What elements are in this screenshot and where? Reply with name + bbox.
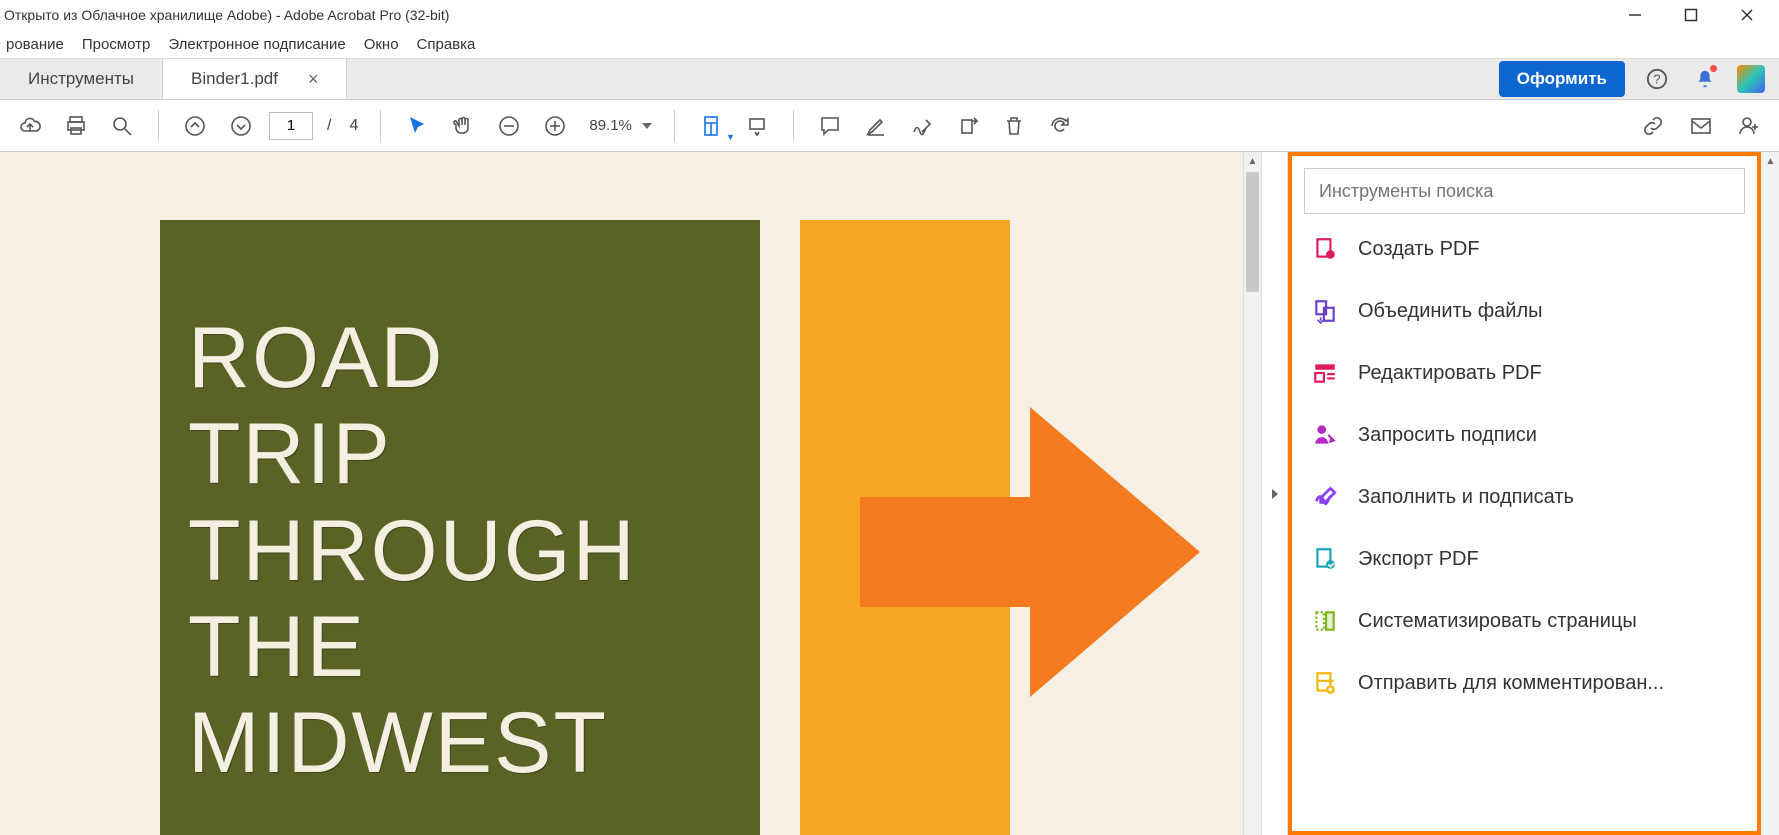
menu-item[interactable]: рование xyxy=(6,36,64,53)
delete-icon[interactable] xyxy=(996,108,1032,144)
tools-panel-highlight: + Создать PDF Объединить файлы Редактироват… xyxy=(1288,152,1761,835)
scroll-thumb[interactable] xyxy=(1246,172,1259,292)
tool-icon xyxy=(1310,420,1340,450)
email-icon[interactable] xyxy=(1683,108,1719,144)
window-title: Открыто из Облачное хранилище Adobe) - A… xyxy=(4,7,449,23)
zoom-in-icon[interactable] xyxy=(537,108,573,144)
menu-item[interactable]: Электронное подписание xyxy=(168,36,345,53)
close-button[interactable] xyxy=(1733,1,1761,29)
help-icon[interactable]: ? xyxy=(1641,63,1673,95)
tool-item[interactable]: Запросить подписи xyxy=(1304,404,1745,466)
highlight-icon[interactable] xyxy=(858,108,894,144)
tool-item[interactable]: Систематизировать страницы xyxy=(1304,590,1745,652)
tool-icon xyxy=(1310,668,1340,698)
subscribe-button[interactable]: Оформить xyxy=(1499,61,1625,97)
tool-label: Экспорт PDF xyxy=(1358,548,1479,571)
document-viewport[interactable]: ROAD TRIP THROUGH THE MIDWEST xyxy=(0,152,1243,835)
maximize-button[interactable] xyxy=(1677,1,1705,29)
tools-search[interactable] xyxy=(1304,168,1745,214)
page-down-icon[interactable] xyxy=(223,108,259,144)
tool-label: Создать PDF xyxy=(1358,238,1480,261)
tool-item[interactable]: + Создать PDF xyxy=(1304,218,1745,280)
panel-collapse-button[interactable] xyxy=(1261,152,1287,835)
window-titlebar: Открыто из Облачное хранилище Adobe) - A… xyxy=(0,0,1779,30)
tool-label: Объединить файлы xyxy=(1358,300,1543,323)
annotation-arrow xyxy=(860,407,1200,697)
tool-label: Отправить для комментирован... xyxy=(1358,672,1664,695)
tool-item[interactable]: Объединить файлы xyxy=(1304,280,1745,342)
tab-tools[interactable]: Инструменты xyxy=(0,59,163,99)
tools-search-input[interactable] xyxy=(1319,181,1730,202)
page-display-icon[interactable]: ▼ xyxy=(693,108,729,144)
menu-bar: рование Просмотр Электронное подписание … xyxy=(0,30,1779,58)
main-area: ROAD TRIP THROUGH THE MIDWEST ▲ + Создать… xyxy=(0,152,1779,835)
page-total: 4 xyxy=(345,117,362,135)
tool-icon xyxy=(1310,482,1340,512)
document-scrollbar[interactable]: ▲ xyxy=(1243,152,1261,835)
tool-label: Заполнить и подписать xyxy=(1358,486,1574,509)
page-separator: / xyxy=(323,117,335,135)
tools-panel: + Создать PDF Объединить файлы Редактироват… xyxy=(1287,152,1779,835)
scroll-up-icon[interactable]: ▲ xyxy=(1244,152,1261,170)
zoom-value: 89.1% xyxy=(583,117,638,134)
tool-item[interactable]: Заполнить и подписать xyxy=(1304,466,1745,528)
toolbar: / 4 89.1% ▼ xyxy=(0,100,1779,152)
redo-icon[interactable] xyxy=(1042,108,1078,144)
sign-icon[interactable] xyxy=(904,108,940,144)
window-controls xyxy=(1621,1,1779,29)
page-up-icon[interactable] xyxy=(177,108,213,144)
comment-icon[interactable] xyxy=(812,108,848,144)
tool-icon: + xyxy=(1310,234,1340,264)
tool-label: Запросить подписи xyxy=(1358,424,1537,447)
tab-document[interactable]: Binder1.pdf × xyxy=(163,59,347,99)
tool-item[interactable]: Редактировать PDF xyxy=(1304,342,1745,404)
fit-width-icon[interactable] xyxy=(739,108,775,144)
tool-icon xyxy=(1310,606,1340,636)
tool-label: Редактировать PDF xyxy=(1358,362,1542,385)
tab-label: Инструменты xyxy=(28,69,134,89)
share-link-icon[interactable] xyxy=(1635,108,1671,144)
menu-item[interactable]: Просмотр xyxy=(82,36,151,53)
page-number-input[interactable] xyxy=(269,112,313,140)
tool-icon xyxy=(1310,358,1340,388)
menu-item[interactable]: Окно xyxy=(364,36,399,53)
search-icon[interactable] xyxy=(104,108,140,144)
tool-label: Систематизировать страницы xyxy=(1358,610,1637,633)
zoom-dropdown[interactable]: 89.1% xyxy=(583,117,656,134)
tabs-bar: Инструменты Binder1.pdf × Оформить ? xyxy=(0,58,1779,100)
notifications-icon[interactable] xyxy=(1689,63,1721,95)
tool-item[interactable]: Отправить для комментирован... xyxy=(1304,652,1745,714)
document-heading: ROAD TRIP THROUGH THE MIDWEST xyxy=(188,310,736,792)
svg-text:?: ? xyxy=(1653,72,1660,87)
cloud-upload-icon[interactable] xyxy=(12,108,48,144)
print-icon[interactable] xyxy=(58,108,94,144)
share-people-icon[interactable] xyxy=(1731,108,1767,144)
menu-item[interactable]: Справка xyxy=(417,36,476,53)
account-avatar[interactable] xyxy=(1737,65,1765,93)
tab-label: Binder1.pdf xyxy=(191,69,278,89)
tool-item[interactable]: Экспорт PDF xyxy=(1304,528,1745,590)
panel-scrollbar[interactable]: ▲ xyxy=(1761,152,1779,835)
tool-icon xyxy=(1310,296,1340,326)
tool-icon xyxy=(1310,544,1340,574)
scroll-up-icon[interactable]: ▲ xyxy=(1762,152,1779,170)
select-tool-icon[interactable] xyxy=(399,108,435,144)
hand-tool-icon[interactable] xyxy=(445,108,481,144)
tab-close-icon[interactable]: × xyxy=(308,69,319,90)
rotate-page-icon[interactable] xyxy=(950,108,986,144)
svg-text:+: + xyxy=(1328,251,1333,260)
page-content-block: ROAD TRIP THROUGH THE MIDWEST xyxy=(160,220,760,835)
minimize-button[interactable] xyxy=(1621,1,1649,29)
zoom-out-icon[interactable] xyxy=(491,108,527,144)
